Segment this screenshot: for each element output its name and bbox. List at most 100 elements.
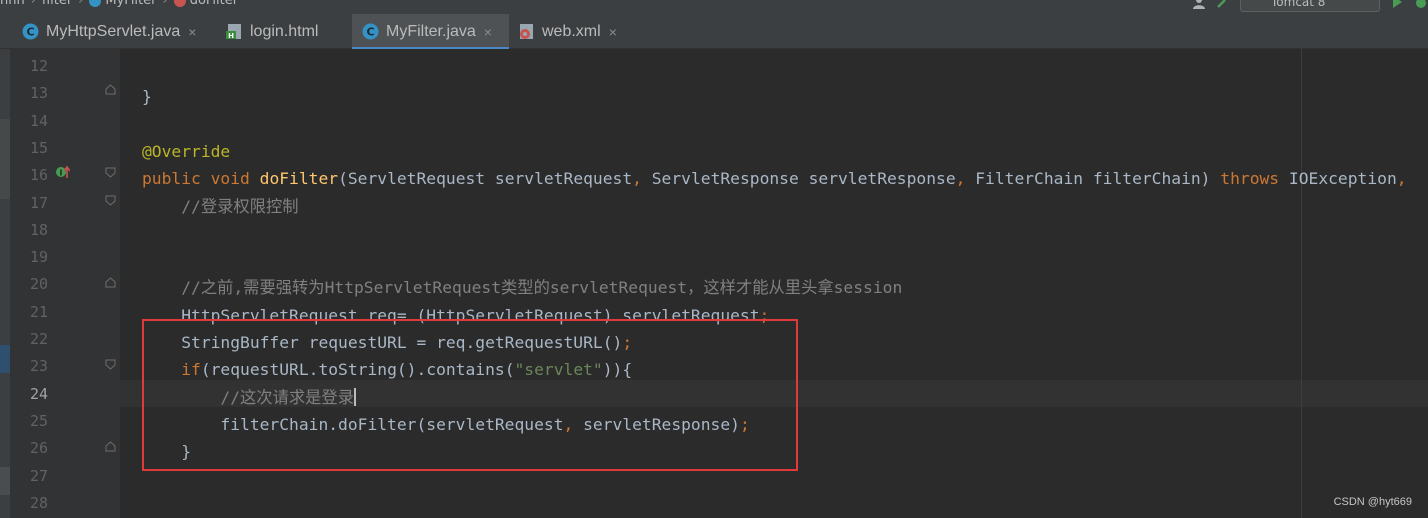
line-number: 26 — [29, 439, 48, 458]
line-number: 14 — [29, 111, 48, 130]
method-icon — [173, 0, 186, 7]
code-token: @Override — [142, 141, 231, 161]
fold-end-icon[interactable] — [105, 84, 116, 95]
close-icon[interactable]: × — [609, 24, 617, 40]
svg-text:C: C — [26, 26, 34, 39]
code-line: @Override — [142, 142, 230, 162]
breadcrumb: hhh › filter › MyFilter › doFilter — [0, 0, 244, 8]
code-token: )){ — [602, 360, 633, 380]
breadcrumb-item[interactable]: hhh — [0, 0, 25, 8]
line-number: 21 — [29, 302, 48, 321]
line-number: 28 — [29, 493, 48, 512]
tab-web-xml[interactable]: web.xml × — [518, 14, 628, 49]
line-number: 24 — [29, 384, 48, 403]
code-editor[interactable]: } @Override public void doFilter(ServletRe… — [120, 49, 1428, 518]
code-token: ServletResponse servletResponse — [651, 169, 956, 189]
chevron-right-icon: › — [162, 0, 168, 8]
tool-window-stripe-button[interactable] — [0, 345, 10, 373]
code-line: //这次请求是登录 — [142, 387, 356, 408]
breadcrumb-item[interactable]: doFilter — [190, 0, 238, 8]
watermark: CSDN @hyt669 — [1333, 496, 1412, 508]
code-token: ; — [622, 333, 633, 352]
code-token: servletResponse) — [583, 414, 740, 434]
fold-end-icon[interactable] — [105, 277, 116, 288]
line-number: 20 — [29, 275, 48, 294]
line-number: 23 — [29, 357, 48, 376]
code-token: ; — [739, 414, 750, 434]
java-class-icon: C — [22, 23, 39, 40]
close-icon[interactable]: × — [188, 24, 196, 40]
line-number: 12 — [29, 57, 48, 75]
breadcrumb-item[interactable]: MyFilter — [105, 0, 156, 8]
navigation-bar: hhh › filter › MyFilter › doFilter Tomca… — [0, 0, 1428, 14]
tool-window-stripe-button[interactable] — [0, 467, 10, 495]
svg-text:I: I — [60, 169, 63, 178]
right-margin-guide — [1301, 49, 1302, 518]
tab-login-html[interactable]: H login.html — [226, 14, 352, 49]
html-file-icon: H — [226, 24, 241, 40]
java-class-icon — [89, 0, 102, 7]
editor-gutter: 12 13 14 15 16 17 18 19 20 21 22 23 24 25 26 27 28 I — [10, 49, 120, 518]
code-token: , — [1396, 169, 1407, 189]
tab-myfilter-java[interactable]: C MyFilter.java × — [352, 14, 509, 50]
code-line: //登录权限控制 — [142, 196, 299, 217]
left-tool-strip — [0, 49, 10, 518]
code-token: StringBuffer requestURL = req.getRequest… — [142, 333, 623, 352]
breadcrumb-item[interactable]: filter — [42, 0, 72, 8]
tool-window-stripe-button[interactable] — [0, 119, 10, 199]
editor-tab-bar: C MyHttpServlet.java × H login.html C My… — [0, 14, 1428, 50]
code-line: StringBuffer requestURL = req.getRequest… — [142, 333, 632, 353]
build-hammer-icon[interactable] — [1216, 0, 1230, 9]
run-toolbar: Tomcat 8 — [1192, 0, 1428, 12]
tab-label: MyHttpServlet.java — [46, 22, 181, 40]
code-token: //登录权限控制 — [142, 196, 299, 216]
line-number: 22 — [29, 330, 48, 348]
fold-end-icon[interactable] — [105, 441, 116, 452]
svg-text:C: C — [366, 26, 374, 39]
run-configuration-select[interactable]: Tomcat 8 — [1240, 0, 1380, 12]
debug-icon[interactable] — [1414, 0, 1428, 9]
code-token: //这次请求是登录 — [142, 387, 354, 407]
fold-start-icon[interactable] — [105, 359, 116, 370]
code-line: filterChain.doFilter(servletRequest, ser… — [142, 414, 750, 435]
code-line: public void doFilter(ServletRequest serv… — [142, 169, 1407, 189]
code-token: , — [632, 169, 652, 189]
tab-label: MyFilter.java — [386, 22, 476, 40]
code-token: throws — [1220, 169, 1289, 189]
xml-file-icon — [520, 24, 533, 39]
code-token: , — [563, 414, 584, 434]
close-icon[interactable]: × — [484, 24, 492, 40]
code-line: HttpServletRequest req= (HttpServletRequ… — [142, 306, 769, 326]
code-line: //之前,需要强转为HttpServletRequest类型的servletRe… — [142, 278, 902, 298]
code-token: (ServletRequest servletRequest — [338, 169, 633, 189]
code-token: HttpServletRequest req= (HttpServletRequ… — [142, 305, 760, 325]
text-caret — [354, 387, 356, 406]
code-token: IOException — [1288, 169, 1397, 189]
line-number: 27 — [29, 466, 48, 485]
code-token: } — [142, 87, 152, 107]
override-method-icon[interactable]: I — [56, 165, 70, 179]
line-number: 16 — [29, 166, 48, 185]
fold-start-icon[interactable] — [105, 195, 116, 206]
tab-myhttpservlet-java[interactable]: C MyHttpServlet.java × — [22, 14, 212, 49]
line-number: 19 — [29, 248, 48, 267]
line-number: 18 — [29, 220, 48, 239]
code-token: doFilter — [259, 169, 339, 189]
fold-start-icon[interactable] — [105, 167, 116, 178]
code-token: , — [955, 169, 976, 189]
code-token: } — [142, 442, 192, 462]
code-token: (requestURL.toString().contains( — [200, 360, 515, 380]
line-number: 15 — [29, 138, 48, 157]
user-icon[interactable] — [1192, 0, 1206, 9]
chevron-right-icon: › — [78, 0, 84, 8]
line-number: 25 — [29, 411, 48, 430]
tab-label: login.html — [250, 22, 319, 40]
run-icon[interactable] — [1390, 0, 1404, 9]
code-token: public void — [142, 169, 260, 189]
line-number: 17 — [29, 193, 48, 212]
svg-text:H: H — [228, 32, 234, 40]
chevron-right-icon: › — [30, 0, 36, 8]
code-line: } — [142, 442, 191, 462]
code-token: if — [142, 360, 201, 380]
line-number: 13 — [29, 84, 48, 103]
